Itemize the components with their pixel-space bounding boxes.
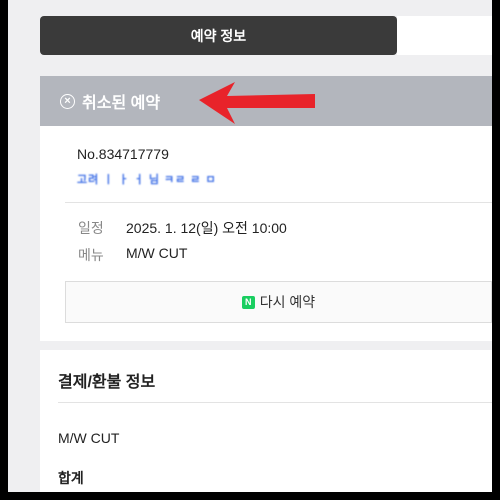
menu-row: 메뉴 M/W CUT [78,245,187,265]
status-label: 취소된 예약 [82,95,161,112]
tab-bar: 예약 정보 [8,0,492,62]
payment-item-name: M/W CUT [58,430,120,446]
rebook-button[interactable]: N 다시 예약 [65,281,492,323]
payment-title: 결제/환불 정보 [58,374,156,391]
schedule-row: 일정 2025. 1. 12(일) 오전 10:00 [78,218,287,238]
payment-card: 결제/환불 정보 M/W CUT 합계 [40,350,492,492]
red-arrow-annotation [199,82,315,124]
rebook-label: 다시 예약 [259,294,316,310]
reservation-detail-page: 예약 정보 × 취소된 예약 No.834717779 고려 ㅣ ㅏ ㅓ 님 ㅋ… [8,0,492,492]
reservation-card: No.834717779 고려 ㅣ ㅏ ㅓ 님 ㅋㄹ ㄹ ㅁ 일정 2025. … [40,126,492,341]
schedule-value: 2025. 1. 12(일) 오전 10:00 [126,220,287,236]
tab-reservation-info[interactable]: 예약 정보 [40,16,397,55]
tab-other[interactable] [397,16,492,55]
divider [58,402,492,403]
menu-value: M/W CUT [126,245,188,261]
payment-total-label: 합계 [58,470,84,486]
naver-n-icon: N [241,295,255,309]
schedule-label: 일정 [78,220,104,236]
divider [65,202,492,203]
tab-reservation-info-label: 예약 정보 [190,27,247,44]
close-circle-icon: × [60,93,75,109]
customer-name-redacted: 고려 ㅣ ㅏ ㅓ 님 ㅋㄹ ㄹ ㅁ [77,174,217,186]
menu-label: 메뉴 [78,247,104,263]
order-number: No.834717779 [77,146,169,162]
